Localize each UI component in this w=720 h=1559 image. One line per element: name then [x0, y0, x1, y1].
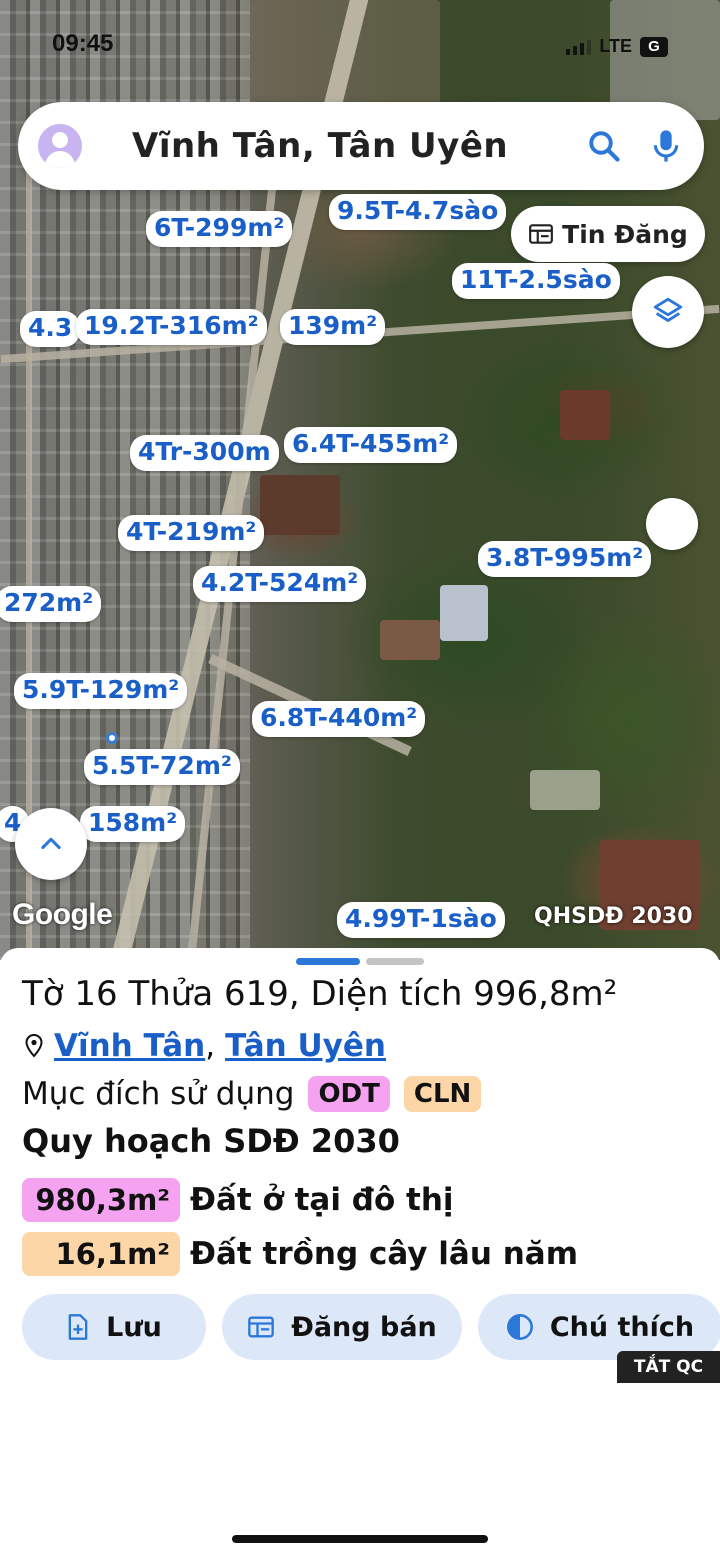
sheet-pager[interactable]	[296, 958, 424, 965]
price-label[interactable]: 158m²	[80, 806, 186, 842]
contrast-icon	[506, 1314, 533, 1340]
price-label[interactable]: 4.99T-1sào	[337, 902, 505, 938]
purpose-tag-cln: CLN	[403, 1076, 482, 1112]
land-use-purpose: Mục đích sử dụng ODT CLN	[22, 1076, 482, 1112]
search-bar[interactable]: Vĩnh Tân, Tân Uyên	[18, 102, 704, 190]
microphone-icon[interactable]	[642, 122, 690, 170]
price-label[interactable]: 6.8T-440m²	[252, 701, 426, 737]
map-field	[530, 770, 600, 810]
search-icon[interactable]	[580, 122, 628, 170]
parcel-title: Tờ 16 Thửa 619, Diện tích 996,8m²	[22, 974, 618, 1014]
network-type: LTE	[599, 36, 632, 56]
map-field	[380, 620, 440, 660]
legend-button-label: Chú thích	[549, 1311, 695, 1343]
save-button[interactable]: Lưu	[22, 1294, 206, 1360]
status-indicators: LTE G	[566, 36, 668, 57]
price-label[interactable]: 9.5T-4.7sào	[329, 194, 507, 230]
pager-dot[interactable]	[366, 958, 424, 965]
price-label[interactable]: 272m²	[0, 586, 102, 622]
post-listing-button-label: Đăng bán	[291, 1311, 437, 1343]
parcel-location: Vĩnh Tân, Tân Uyên	[24, 1028, 386, 1064]
home-indicator[interactable]	[232, 1535, 488, 1543]
price-label[interactable]: 6.4T-455m²	[284, 427, 458, 463]
pager-dot-active[interactable]	[296, 958, 360, 965]
plan-heading: Quy hoạch SDĐ 2030	[22, 1122, 400, 1160]
price-label[interactable]: 5.5T-72m²	[84, 749, 240, 785]
location-separator: ,	[205, 1028, 216, 1064]
listing-button[interactable]: Tin Đăng	[511, 206, 705, 262]
map-layer-name: QHSDĐ 2030	[534, 904, 693, 929]
map-drag-handle[interactable]	[646, 498, 698, 550]
network-badge: G	[640, 36, 668, 57]
plan-area: 16,1m²	[22, 1232, 180, 1276]
plan-row: 980,3m² Đất ở tại đô thị	[22, 1178, 454, 1222]
expand-button[interactable]	[15, 808, 87, 880]
price-label[interactable]: 4.2T-524m²	[193, 566, 367, 602]
listing-icon	[529, 224, 554, 244]
price-label[interactable]: 5.9T-129m²	[14, 673, 188, 709]
map-field	[260, 475, 340, 535]
layers-icon	[653, 297, 683, 322]
post-listing-button[interactable]: Đăng bán	[222, 1294, 462, 1360]
chevron-up-icon	[41, 837, 61, 850]
listing-icon	[248, 1316, 275, 1338]
save-button-label: Lưu	[106, 1311, 162, 1343]
plan-description: Đất ở tại đô thị	[190, 1182, 454, 1218]
price-label[interactable]: 4T-219m²	[118, 515, 265, 551]
price-label[interactable]: 4.3	[20, 311, 81, 347]
price-label[interactable]: 11T-2.5sào	[452, 263, 620, 299]
map-field	[560, 390, 610, 440]
map-building	[440, 585, 488, 641]
listing-button-label: Tin Đăng	[562, 219, 688, 249]
plan-description: Đất trồng cây lâu năm	[190, 1236, 578, 1272]
ward-link[interactable]: Vĩnh Tân	[54, 1028, 205, 1064]
price-label[interactable]: 19.2T-316m²	[76, 309, 267, 345]
purpose-label: Mục đích sử dụng	[22, 1076, 295, 1112]
disable-ads-button[interactable]: TẮT QC	[617, 1351, 720, 1383]
google-logo: Google	[12, 898, 113, 931]
map-view[interactable]: 09:45 LTE G Vĩnh Tân, Tân Uyên Tin Đăng …	[0, 0, 720, 960]
add-document-icon	[68, 1314, 88, 1340]
layers-button[interactable]	[632, 276, 704, 348]
price-label[interactable]: 139m²	[280, 309, 386, 345]
purpose-tag-odt: ODT	[308, 1076, 390, 1112]
price-label[interactable]: 3.8T-995m²	[478, 541, 652, 577]
location-pin-icon	[25, 1033, 43, 1058]
plan-row: 16,1m² Đất trồng cây lâu năm	[22, 1232, 578, 1276]
price-label[interactable]: 6T-299m²	[146, 211, 293, 247]
price-label[interactable]: 4Tr-300m	[130, 435, 279, 471]
avatar[interactable]	[38, 124, 82, 168]
status-time: 09:45	[52, 30, 114, 57]
current-location-dot	[106, 732, 118, 744]
search-input[interactable]: Vĩnh Tân, Tân Uyên	[132, 126, 580, 166]
cellular-signal-icon	[566, 39, 592, 55]
action-buttons: Lưu Đăng bán Chú thích	[22, 1294, 720, 1360]
plan-area: 980,3m²	[22, 1178, 180, 1222]
parcel-info-sheet[interactable]: Tờ 16 Thửa 619, Diện tích 996,8m² Vĩnh T…	[0, 948, 720, 1559]
district-link[interactable]: Tân Uyên	[225, 1028, 386, 1064]
